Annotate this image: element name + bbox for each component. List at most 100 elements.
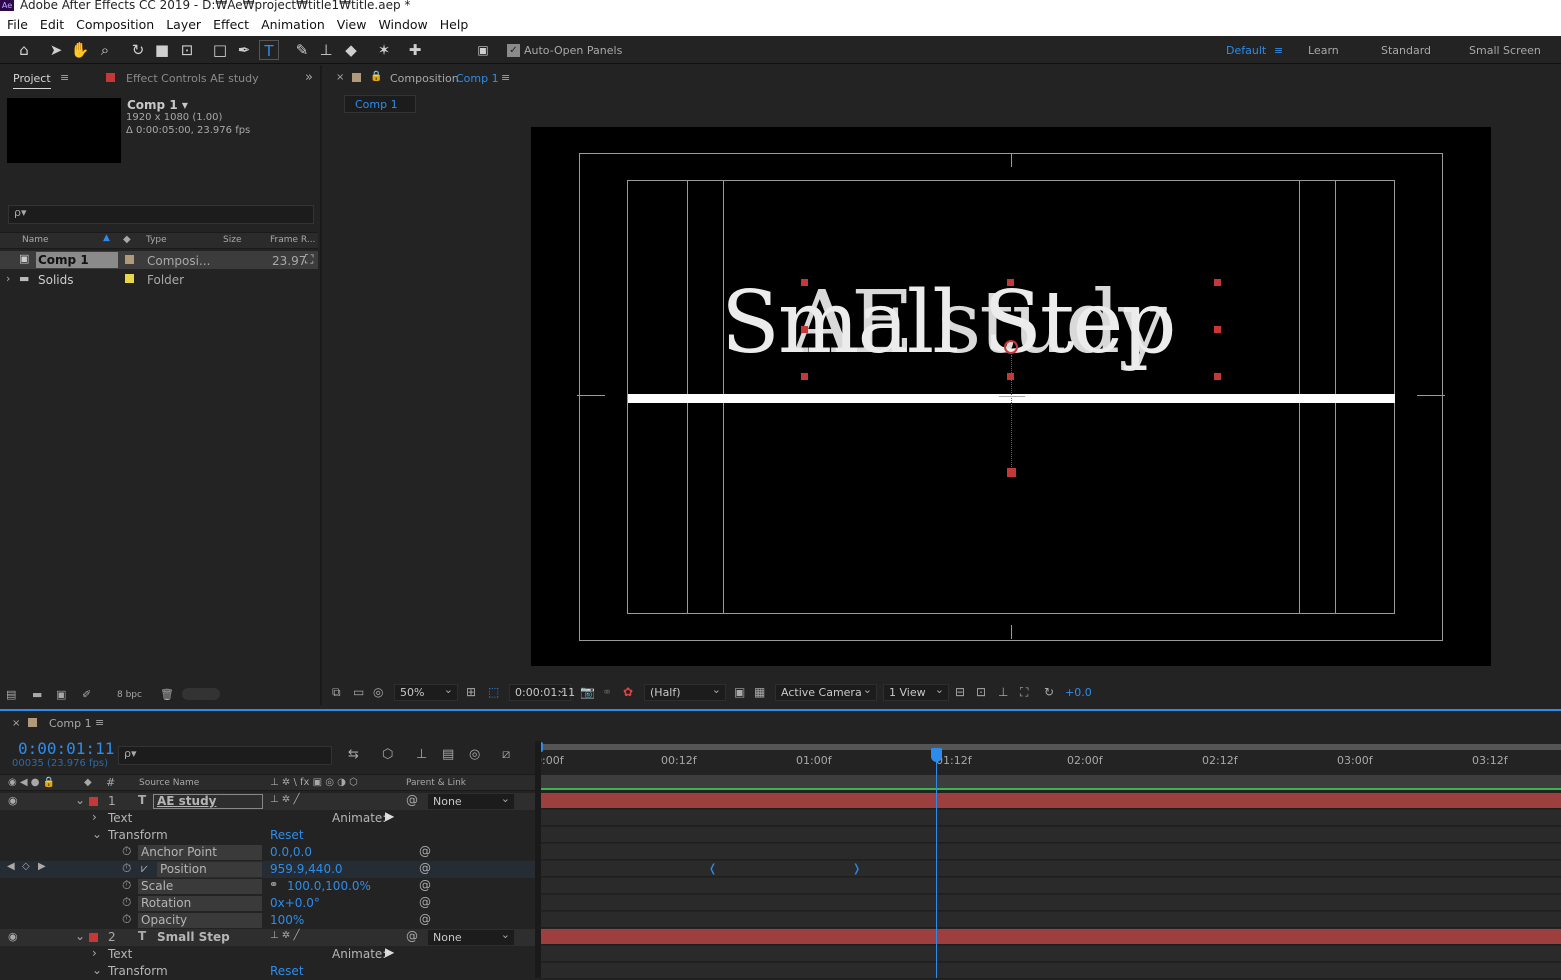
layer-label-swatch[interactable] bbox=[89, 933, 98, 942]
comp-mini-flowchart-icon[interactable]: ⇆ bbox=[348, 747, 359, 762]
pick-whip-icon[interactable]: @ bbox=[406, 929, 418, 943]
workspace-small-screen[interactable]: Small Screen bbox=[1469, 44, 1541, 57]
bounding-handle[interactable] bbox=[1214, 326, 1221, 333]
parent-dropdown[interactable]: None bbox=[427, 927, 515, 946]
expand-chevron-icon[interactable]: › bbox=[92, 810, 97, 824]
add-keyframe-icon[interactable]: ◇ bbox=[22, 861, 30, 872]
list-item[interactable]: › ▬ Solids Folder bbox=[0, 270, 318, 288]
prev-keyframe-icon[interactable]: ◀ bbox=[7, 861, 15, 872]
expression-pickwhip-icon[interactable]: @ bbox=[419, 895, 431, 909]
property-row[interactable]: ⏱ Anchor Point 0.0,0.0 @ bbox=[0, 844, 535, 861]
text-layer-ae-study[interactable]: AE study bbox=[791, 280, 1167, 366]
comp-flowchart-icon[interactable]: ⛶ bbox=[1020, 685, 1028, 700]
project-menu-icon[interactable]: ≡ bbox=[60, 71, 69, 84]
property-row[interactable]: ⏱ Opacity 100% @ bbox=[0, 912, 535, 929]
bounding-handle[interactable] bbox=[801, 326, 808, 333]
tab-composition-comp1[interactable]: Comp 1 bbox=[456, 72, 499, 85]
visibility-eye-icon[interactable]: ◉ bbox=[8, 930, 18, 943]
puppet-pin-icon[interactable]: ✚ bbox=[405, 40, 425, 60]
property-row[interactable]: ⏱ Rotation 0x+0.0° @ bbox=[0, 895, 535, 912]
animate-menu-icon[interactable]: ▶ bbox=[385, 945, 394, 959]
list-item[interactable]: ▣ Comp 1 Composi... 23.97 ⛶ bbox=[0, 251, 318, 269]
layer-duration-bar[interactable] bbox=[541, 793, 1561, 809]
property-row[interactable]: ⏱ Scale ⚭ 100.0,100.0% @ bbox=[0, 878, 535, 895]
item-name[interactable]: Comp 1 bbox=[36, 252, 118, 268]
label-column-icon[interactable]: ◆ bbox=[123, 234, 131, 245]
show-snapshot-icon[interactable]: ⚭ bbox=[602, 685, 612, 699]
selection-tool-icon[interactable]: ➤ bbox=[46, 40, 66, 60]
bounding-handle[interactable] bbox=[801, 279, 808, 286]
pen-tool-icon[interactable]: ✒ bbox=[234, 40, 254, 60]
draft-3d-icon[interactable]: ⬡ bbox=[382, 747, 393, 762]
col-frame-rate[interactable]: Frame R... bbox=[270, 235, 315, 245]
bounding-handle[interactable] bbox=[1007, 279, 1014, 286]
reset-transform-link[interactable]: Reset bbox=[270, 828, 304, 842]
home-icon[interactable]: ⌂ bbox=[14, 40, 34, 60]
tab-timeline-comp1[interactable]: Comp 1 bbox=[49, 717, 92, 730]
toggle-pixel-aspect-icon[interactable]: ⊟ bbox=[955, 685, 965, 699]
col-parent-link[interactable]: Parent & Link bbox=[406, 778, 466, 788]
graph-icon[interactable]: ⩗ bbox=[141, 861, 148, 876]
pan-behind-tool-icon[interactable]: ⊡ bbox=[177, 40, 197, 60]
property-group-row[interactable]: ⌄ Transform Reset bbox=[0, 827, 535, 844]
stopwatch-icon[interactable]: ⏱ bbox=[122, 912, 131, 927]
roto-brush-icon[interactable]: ✶ bbox=[374, 40, 394, 60]
expression-pickwhip-icon[interactable]: @ bbox=[419, 844, 431, 858]
auto-open-checkbox[interactable]: ✓ bbox=[507, 44, 520, 57]
close-tab-icon[interactable]: × bbox=[336, 72, 344, 83]
brush-tool-icon[interactable]: ✎ bbox=[292, 40, 312, 60]
expression-pickwhip-icon[interactable]: @ bbox=[419, 912, 431, 926]
zoom-tool-icon[interactable]: ⌕ bbox=[95, 40, 115, 60]
bounding-handle[interactable] bbox=[1214, 279, 1221, 286]
panel-icon[interactable]: ▣ bbox=[473, 40, 493, 60]
clone-stamp-icon[interactable]: ⊥ bbox=[316, 40, 336, 60]
interpret-footage-icon[interactable]: ▤ bbox=[6, 688, 16, 701]
layer-name[interactable]: AE study bbox=[153, 794, 263, 809]
work-area-bar[interactable] bbox=[537, 744, 1561, 750]
stopwatch-active-icon[interactable]: ⏱ bbox=[122, 861, 131, 876]
comp-navigator-tab[interactable]: Comp 1 bbox=[344, 95, 416, 113]
visibility-eye-icon[interactable]: ◉ bbox=[8, 794, 18, 807]
composition-viewer[interactable]: Small Step AE study bbox=[531, 127, 1491, 666]
view-layout-dropdown[interactable]: 1 View bbox=[883, 682, 949, 701]
comp-panel-menu-icon[interactable]: ≡ bbox=[501, 71, 510, 84]
collapse-chevron-icon[interactable]: ⌄ bbox=[92, 827, 102, 841]
menu-view[interactable]: View bbox=[337, 14, 367, 36]
col-name[interactable]: Name bbox=[22, 235, 49, 245]
rectangle-tool-icon[interactable]: □ bbox=[210, 40, 230, 60]
property-group-row[interactable]: ⌄ Transform Reset bbox=[0, 963, 535, 980]
rotation-value[interactable]: 0x+0.0° bbox=[270, 896, 320, 910]
camera-tool-icon[interactable]: ■ bbox=[152, 40, 172, 60]
transparency-grid-icon[interactable]: ⬚ bbox=[488, 685, 499, 699]
close-tab-icon[interactable]: × bbox=[12, 718, 20, 729]
expand-chevron-icon[interactable]: › bbox=[92, 946, 97, 960]
tab-project[interactable]: Project bbox=[13, 72, 51, 89]
adjust-icon[interactable]: ✐ bbox=[82, 688, 91, 701]
col-type[interactable]: Type bbox=[146, 235, 167, 245]
frame-blending-icon[interactable]: ▤ bbox=[442, 747, 454, 762]
playhead-handle[interactable] bbox=[931, 748, 942, 762]
current-time-display[interactable]: 0:00:01:11 bbox=[18, 739, 114, 758]
reset-exposure-icon[interactable]: ↻ bbox=[1044, 685, 1054, 699]
timeline-search-input[interactable]: ρ▾ bbox=[118, 746, 332, 765]
stopwatch-icon[interactable]: ⏱ bbox=[122, 844, 131, 859]
property-row[interactable]: ◀ ◇ ▶ ⏱ ⩗ Position 959.9,440.0 @ bbox=[0, 861, 535, 878]
workspace-standard[interactable]: Standard bbox=[1381, 44, 1431, 57]
collapse-chevron-icon[interactable]: ⌄ bbox=[75, 929, 85, 943]
menu-composition[interactable]: Composition bbox=[76, 14, 154, 36]
menu-help[interactable]: Help bbox=[440, 14, 469, 36]
zoom-dropdown[interactable]: 50% bbox=[394, 682, 458, 701]
fast-preview-icon[interactable]: ▣ bbox=[734, 685, 745, 699]
bounding-handle[interactable] bbox=[801, 373, 808, 380]
always-preview-icon[interactable]: ⧉ bbox=[332, 685, 341, 700]
channel-icon[interactable]: ✿ bbox=[623, 685, 633, 699]
label-column-icon[interactable]: ◆ bbox=[84, 777, 92, 788]
collapse-chevron-icon[interactable]: ⌄ bbox=[92, 963, 102, 977]
stopwatch-icon[interactable]: ⏱ bbox=[122, 878, 131, 893]
expression-pickwhip-icon[interactable]: @ bbox=[419, 861, 431, 875]
menu-effect[interactable]: Effect bbox=[213, 14, 249, 36]
delete-icon[interactable]: 🗑 bbox=[160, 688, 174, 701]
next-keyframe-icon[interactable]: ▶ bbox=[38, 861, 46, 872]
expand-chevron-icon[interactable]: › bbox=[6, 272, 10, 285]
menu-edit[interactable]: Edit bbox=[40, 14, 64, 36]
